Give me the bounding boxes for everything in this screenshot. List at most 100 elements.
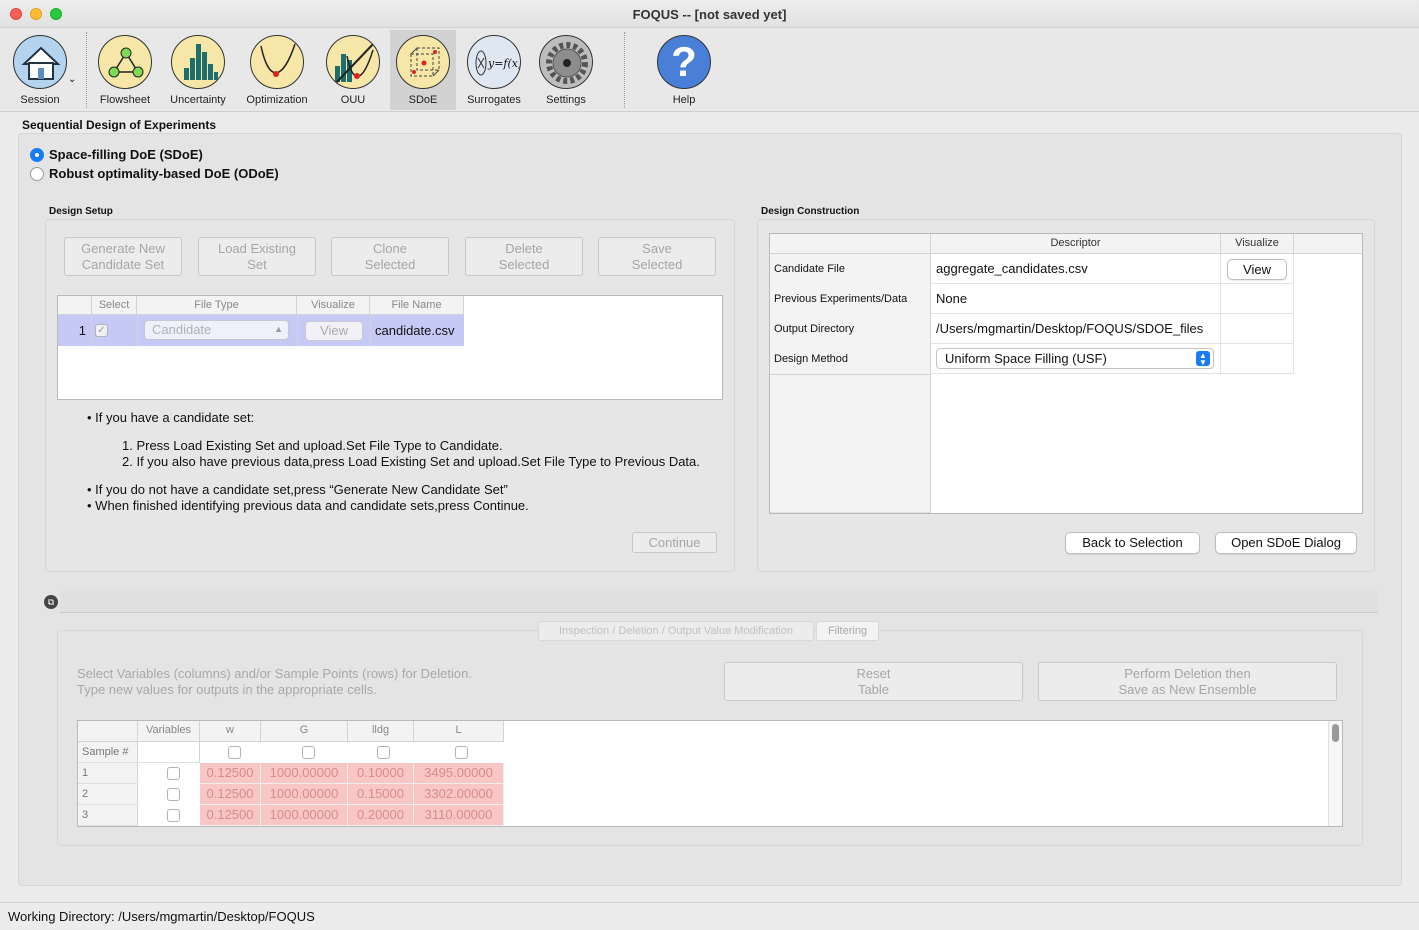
previous-visualize-cell — [1221, 284, 1294, 314]
sample-cell-g[interactable]: 1000.00000 — [261, 784, 348, 805]
row-view-button[interactable]: View — [305, 321, 363, 341]
save-selected-button[interactable]: Save Selected — [598, 237, 716, 276]
sample-number-header: Sample # — [78, 742, 138, 763]
toolbar-separator — [624, 32, 625, 108]
generate-new-candidate-set-button[interactable]: Generate New Candidate Set — [64, 237, 182, 276]
sample-cell-l[interactable]: 3302.00000 — [414, 784, 504, 805]
file-type-select[interactable]: Candidate ▲ — [144, 320, 289, 340]
toolbar-uncertainty-button[interactable]: Uncertainty — [165, 30, 231, 110]
toolbar-sdoe-label: SDoE — [408, 94, 438, 106]
select-column-header: Select — [92, 296, 137, 315]
back-to-selection-button[interactable]: Back to Selection — [1065, 532, 1200, 554]
toolbar-help-label: Help — [672, 94, 696, 106]
candidate-view-button[interactable]: View — [1227, 259, 1287, 280]
scrollbar-thumb[interactable] — [1332, 724, 1339, 742]
column-header-l[interactable]: L — [414, 721, 504, 742]
column-header-g[interactable]: G — [261, 721, 348, 742]
toolbar-flowsheet-label: Flowsheet — [99, 94, 151, 106]
column-select-checkbox-lldg[interactable] — [377, 746, 390, 759]
perform-deletion-button[interactable]: Perform Deletion then Save as New Ensembl… — [1038, 662, 1337, 701]
sample-cell-l[interactable]: 3495.00000 — [414, 763, 504, 784]
output-directory-value[interactable]: /Users/mgmartin/Desktop/FOQUS/SDOE_files — [931, 314, 1221, 344]
sample-cell-w[interactable]: 0.12500 — [200, 763, 261, 784]
sample-cell-g[interactable]: 1000.00000 — [261, 805, 348, 826]
radio-odoe[interactable] — [30, 167, 44, 181]
candidate-file-value[interactable]: aggregate_candidates.csv — [931, 254, 1221, 284]
sample-table: Variables w G lldg L Sample # 1 0.12500 … — [77, 720, 1343, 827]
sample-cell-g[interactable]: 1000.00000 — [261, 763, 348, 784]
toolbar-uncertainty-label: Uncertainty — [170, 94, 226, 106]
sample-cell-lldg[interactable]: 0.20000 — [348, 805, 414, 826]
toolbar-flowsheet-button[interactable]: Flowsheet — [92, 30, 158, 110]
sample-cell-w[interactable]: 0.12500 — [200, 805, 261, 826]
column-header-lldg[interactable]: lldg — [348, 721, 414, 742]
radio-sdoe-label: Space-filling DoE (SDoE) — [49, 147, 203, 162]
toolbar-ouu-button[interactable]: OUU — [320, 30, 386, 110]
tab-inspection[interactable]: Inspection / Deletion / Output Value Mod… — [538, 621, 814, 641]
clone-label-line1: Clone — [373, 240, 407, 256]
design-method-label: Design Method — [774, 353, 848, 365]
descriptor-column-header: Descriptor — [931, 234, 1221, 254]
radio-sdoe[interactable] — [30, 148, 44, 162]
question-mark-icon: ? — [657, 35, 711, 89]
chevron-down-icon[interactable]: ⌄ — [68, 74, 76, 85]
inspection-description-line1: Select Variables (columns) and/or Sample… — [77, 666, 472, 681]
row-select-checkbox[interactable] — [167, 788, 180, 801]
toolbar-optimization-button[interactable]: Optimization — [244, 30, 310, 110]
column-select-checkbox-w[interactable] — [228, 746, 241, 759]
continue-button[interactable]: Continue — [632, 532, 717, 553]
perform-label-line2: Save as New Ensemble — [1118, 681, 1257, 697]
column-select-checkbox-l[interactable] — [455, 746, 468, 759]
instruction-bullet-3: • When finished identifying previous dat… — [87, 498, 529, 513]
row-select-checkbox[interactable] — [167, 767, 180, 780]
table-corner — [770, 234, 931, 254]
reset-table-button[interactable]: Reset Table — [724, 662, 1023, 701]
sdoe-cube-icon — [396, 35, 450, 89]
toolbar-settings-button[interactable]: Settings — [533, 30, 599, 110]
visualize-column-header: Visualize — [297, 296, 370, 315]
table-corner — [78, 721, 138, 742]
sample-cell-lldg[interactable]: 0.15000 — [348, 784, 414, 805]
file-name-cell: candidate.csv — [370, 315, 464, 346]
clone-selected-button[interactable]: Clone Selected — [331, 237, 449, 276]
sample-row-number: 1 — [78, 763, 138, 784]
previous-data-value[interactable]: None — [931, 284, 1221, 314]
row-select-checkbox[interactable]: ✓ — [95, 324, 108, 337]
previous-data-label: Previous Experiments/Data — [774, 293, 908, 305]
window-title: FOQUS -- [not saved yet] — [632, 7, 787, 22]
tab-filtering[interactable]: Filtering — [816, 621, 879, 641]
column-header-w[interactable]: w — [200, 721, 261, 742]
gear-icon — [539, 35, 593, 89]
sample-cell-w[interactable]: 0.12500 — [200, 784, 261, 805]
toolbar-settings-label: Settings — [546, 94, 586, 106]
sample-cell-lldg[interactable]: 0.10000 — [348, 763, 414, 784]
design-method-select[interactable]: Uniform Space Filling (USF) ▲ ▼ — [936, 348, 1214, 369]
radio-odoe-label: Robust optimality-based DoE (ODoE) — [49, 166, 279, 181]
design-method-value: Uniform Space Filling (USF) — [945, 351, 1107, 366]
open-sdoe-dialog-button[interactable]: Open SDoE Dialog — [1215, 532, 1357, 554]
table-corner — [58, 296, 92, 315]
column-select-checkbox-g[interactable] — [302, 746, 315, 759]
toolbar-sdoe-button[interactable]: SDoE — [390, 30, 456, 110]
toolbar-ouu-label: OUU — [340, 94, 366, 106]
toolbar-surrogates-button[interactable]: y=f(x) Surrogates — [461, 30, 527, 110]
splitter-toggle-icon[interactable]: ⧉ — [44, 595, 58, 609]
page-title: Sequential Design of Experiments — [22, 118, 217, 132]
table-row[interactable]: 1 ✓ Candidate ▲ View candidate.csv — [58, 315, 464, 346]
design-construction-title: Design Construction — [761, 206, 860, 217]
instruction-bullet-3-text: When finished identifying previous data … — [95, 498, 529, 513]
inspection-description-line2: Type new values for outputs in the appro… — [77, 682, 377, 697]
status-bar: Working Directory: /Users/mgmartin/Deskt… — [0, 902, 1419, 930]
variables-column-header: Variables — [138, 721, 200, 742]
table-scrollbar[interactable] — [1328, 721, 1342, 826]
delete-selected-button[interactable]: Delete Selected — [465, 237, 583, 276]
load-label-line1: Load Existing — [217, 240, 297, 256]
load-existing-set-button[interactable]: Load Existing Set — [198, 237, 316, 276]
sample-cell-l[interactable]: 3110.00000 — [414, 805, 504, 826]
row-select-checkbox[interactable] — [167, 809, 180, 822]
toolbar-session-button[interactable]: Session ⌄ — [7, 30, 76, 110]
clone-label-line2: Selected — [364, 256, 416, 272]
splitter-bar[interactable] — [60, 591, 1378, 613]
toolbar-session-label: Session — [20, 94, 60, 106]
toolbar-help-button[interactable]: ? Help — [651, 30, 717, 110]
